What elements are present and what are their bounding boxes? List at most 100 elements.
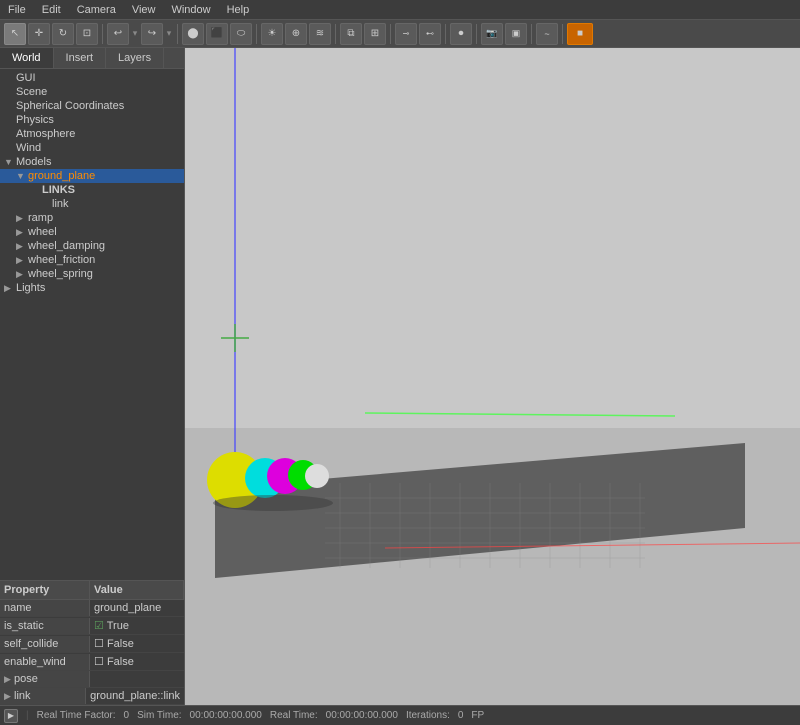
- prop-row-link[interactable]: ▶ link ground_plane::link: [0, 688, 184, 705]
- prop-pose-label: ▶ pose: [0, 671, 90, 687]
- tree-label-link: link: [52, 198, 184, 210]
- sep3: [256, 24, 257, 44]
- scale-tool[interactable]: ⊡: [76, 23, 98, 45]
- prop-self-collide-value: ☐ False: [90, 635, 184, 652]
- tree-item-wind[interactable]: Wind: [0, 141, 184, 155]
- tree-arrow-wheel-friction: ▶: [16, 255, 28, 266]
- self-collide-text: False: [107, 638, 134, 650]
- menu-help[interactable]: Help: [219, 2, 258, 18]
- props-header: Property Value: [0, 581, 184, 600]
- tree-item-wheel-friction[interactable]: ▶ wheel_friction: [0, 253, 184, 267]
- tree-item-scene[interactable]: Scene: [0, 85, 184, 99]
- sim-value: 00:00:00:00.000: [190, 710, 262, 721]
- tree-label-atmosphere: Atmosphere: [16, 128, 184, 140]
- prop-row-name[interactable]: name ground_plane: [0, 600, 184, 617]
- fps-label: FP: [471, 710, 484, 721]
- tree-item-ground-plane[interactable]: ▼ ground_plane: [0, 169, 184, 183]
- prop-row-self-collide[interactable]: self_collide ☐ False: [0, 635, 184, 653]
- menubar: File Edit Camera View Window Help: [0, 0, 800, 20]
- spotlight-tool[interactable]: ⊕: [285, 23, 307, 45]
- tree-item-gui[interactable]: GUI: [0, 71, 184, 85]
- prop-self-collide-label: self_collide: [0, 636, 90, 652]
- tab-layers[interactable]: Layers: [106, 48, 164, 68]
- tree-label-physics: Physics: [16, 114, 184, 126]
- screenshot-tool[interactable]: 📷: [481, 23, 503, 45]
- joint2-tool[interactable]: ⊷: [419, 23, 441, 45]
- graph-tool[interactable]: ~: [536, 23, 558, 45]
- video-tool[interactable]: ▣: [505, 23, 527, 45]
- tab-insert[interactable]: Insert: [54, 48, 107, 68]
- tree-item-wheel-damping[interactable]: ▶ wheel_damping: [0, 239, 184, 253]
- tree-item-wheel[interactable]: ▶ wheel: [0, 225, 184, 239]
- select-tool[interactable]: ↖: [4, 23, 26, 45]
- prop-row-is-static[interactable]: is_static ☑ True: [0, 617, 184, 635]
- scene-canvas: [185, 48, 800, 705]
- tree-label-models: Models: [16, 156, 184, 168]
- tree-label-wheel-damping: wheel_damping: [28, 240, 184, 252]
- rtf-value: 0: [124, 710, 130, 721]
- tree-label-scene: Scene: [16, 86, 184, 98]
- prop-col-property: Property: [0, 581, 90, 599]
- translate-tool[interactable]: ✛: [28, 23, 50, 45]
- tree-label-wind: Wind: [16, 142, 184, 154]
- tree-item-links[interactable]: LINKS: [0, 183, 184, 197]
- orange-tool[interactable]: ■: [567, 23, 593, 45]
- tree-item-wheel-spring[interactable]: ▶ wheel_spring: [0, 267, 184, 281]
- menu-view[interactable]: View: [124, 2, 164, 18]
- tree-item-lights[interactable]: ▶ Lights: [0, 281, 184, 295]
- prop-pose-value: [90, 677, 184, 681]
- statusbar: ▶ | Real Time Factor: 0 Sim Time: 00:00:…: [0, 705, 800, 725]
- cylinder-tool[interactable]: ⬭: [230, 23, 252, 45]
- prop-row-pose[interactable]: ▶ pose: [0, 671, 184, 688]
- menu-window[interactable]: Window: [163, 2, 218, 18]
- prop-row-enable-wind[interactable]: enable_wind ☐ False: [0, 653, 184, 671]
- sep5: [390, 24, 391, 44]
- tree-item-ramp[interactable]: ▶ ramp: [0, 211, 184, 225]
- tree-item-link[interactable]: link: [0, 197, 184, 211]
- checkbox-self-collide-icon: ☐: [94, 638, 104, 650]
- checkbox-enable-wind-icon: ☐: [94, 656, 104, 668]
- tree-arrow-models: ▼: [4, 157, 16, 167]
- tree-arrow-wheel-spring: ▶: [16, 269, 28, 280]
- prop-link-label: ▶ link: [0, 688, 86, 704]
- record-tool[interactable]: ⏺: [450, 23, 472, 45]
- menu-edit[interactable]: Edit: [34, 2, 69, 18]
- tree-item-physics[interactable]: Physics: [0, 113, 184, 127]
- tree-arrow-wheel-damping: ▶: [16, 241, 28, 252]
- tree-item-models[interactable]: ▼ Models: [0, 155, 184, 169]
- link-expand-arrow: ▶: [4, 691, 14, 702]
- tree-item-spherical[interactable]: Spherical Coordinates: [0, 99, 184, 113]
- tree-label-ground-plane: ground_plane: [28, 170, 184, 182]
- 3d-viewport[interactable]: [185, 48, 800, 705]
- dirlight-tool[interactable]: ≋: [309, 23, 331, 45]
- tree-label-gui: GUI: [16, 72, 184, 84]
- prop-col-value: Value: [90, 581, 184, 599]
- sep-dots: ▾: [131, 23, 139, 45]
- menu-camera[interactable]: Camera: [69, 2, 124, 18]
- prop-name-label: name: [0, 600, 90, 616]
- tree-label-wheel-friction: wheel_friction: [28, 254, 184, 266]
- play-button[interactable]: ▶: [4, 709, 18, 723]
- rotate-tool[interactable]: ↻: [52, 23, 74, 45]
- joint1-tool[interactable]: ⊸: [395, 23, 417, 45]
- sep8: [531, 24, 532, 44]
- menu-file[interactable]: File: [0, 2, 34, 18]
- properties-panel: Property Value name ground_plane is_stat…: [0, 580, 184, 705]
- prop-name-value: ground_plane: [90, 600, 184, 616]
- sphere-tool[interactable]: ⬤: [182, 23, 204, 45]
- copy-tool[interactable]: ⧉: [340, 23, 362, 45]
- pose-expand-arrow: ▶: [4, 674, 14, 685]
- tab-world[interactable]: World: [0, 48, 54, 68]
- tree-item-atmosphere[interactable]: Atmosphere: [0, 127, 184, 141]
- tree-arrow-wheel: ▶: [16, 227, 28, 238]
- enable-wind-text: False: [107, 656, 134, 668]
- main-area: World Insert Layers GUI Scene Spherical …: [0, 48, 800, 705]
- paste-tool[interactable]: ⊞: [364, 23, 386, 45]
- tree-label-wheel-spring: wheel_spring: [28, 268, 184, 280]
- world-tree: GUI Scene Spherical Coordinates Physics …: [0, 69, 184, 580]
- pointlight-tool[interactable]: ☀: [261, 23, 283, 45]
- prop-enable-wind-value: ☐ False: [90, 653, 184, 670]
- redo-button[interactable]: ↪: [141, 23, 163, 45]
- box-tool[interactable]: ⬛: [206, 23, 228, 45]
- undo-button[interactable]: ↩: [107, 23, 129, 45]
